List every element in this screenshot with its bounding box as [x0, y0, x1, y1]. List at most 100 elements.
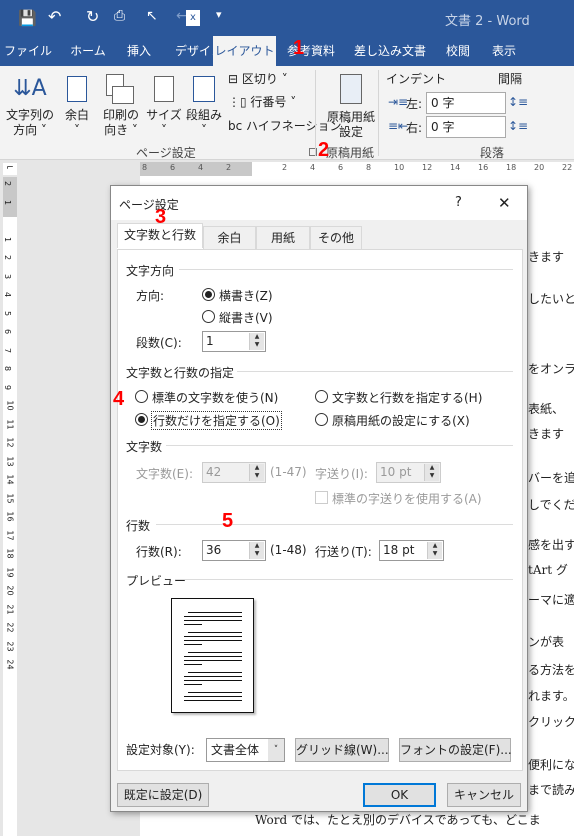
ruler-tick: 4 — [198, 163, 204, 172]
vertical-label[interactable]: 縦書き(V) — [219, 309, 273, 326]
pitch-spinner[interactable]: 10 pt ▲ ▼ — [376, 462, 441, 483]
ok-button[interactable]: OK — [363, 783, 436, 807]
preview-line — [184, 664, 202, 665]
opt-chars-lines-label[interactable]: 文字数と行数を指定する(H) — [332, 389, 482, 406]
ruler-tick: 4 — [310, 163, 316, 172]
preview-line — [184, 656, 242, 657]
line-pitch-spinner[interactable]: 18 pt ▲ ▼ — [379, 540, 444, 561]
preview-line — [184, 676, 242, 677]
tab-mailings[interactable]: 差し込み文書 — [350, 36, 430, 66]
close-button[interactable]: ✕ — [498, 194, 511, 212]
section-chars: 文字数 — [126, 440, 163, 454]
ruler-tick: 2 — [3, 180, 13, 187]
preview-line — [184, 636, 242, 637]
std-pitch-checkbox[interactable] — [315, 491, 328, 504]
opt-lines-only-label[interactable]: 行数だけを指定する(O) — [151, 411, 282, 430]
lines-spinner[interactable]: 36 ▲ ▼ — [202, 540, 266, 561]
indent-label: インデント — [386, 72, 447, 86]
ruler-tick: 11 — [5, 418, 15, 430]
ruler-tick: 7 — [3, 347, 13, 353]
columns-label: 段数(C): — [136, 336, 182, 350]
apply-to-select[interactable]: 文書全体 ˅ — [206, 738, 285, 762]
tab-layout[interactable]: レイアウト — [213, 36, 276, 66]
line-numbers-button[interactable]: ⋮▯ 行番号 ˅ — [228, 95, 296, 110]
hyphenation-icon: bc — [228, 119, 247, 133]
vertical-ruler[interactable]: 2 1 1 2 3 4 5 6 7 8 9 10 11 12 13 14 15 16 17 18 19 20 21 22 23 2… — [3, 177, 17, 836]
opt-genko-label[interactable]: 原稿用紙の設定にする(X) — [332, 412, 470, 429]
ruler-tick: 1 — [3, 236, 13, 242]
size-button[interactable]: サイズ ˅ — [146, 70, 182, 138]
window-title: 文書 2 - Word — [445, 14, 530, 29]
undo-icon[interactable]: ↶ — [48, 7, 61, 26]
tab-view[interactable]: 表示 — [484, 36, 524, 66]
section-preview: プレビュー — [126, 574, 187, 588]
tab-paper[interactable]: 用紙 — [256, 226, 310, 250]
document-line: れます。 — [528, 689, 574, 703]
chars-range: (1-47) — [270, 465, 307, 479]
excel-icon[interactable]: x — [186, 10, 200, 26]
help-button[interactable]: ? — [455, 195, 462, 210]
radio-standard[interactable] — [135, 390, 148, 403]
indent-left-input[interactable]: 0 字 — [426, 92, 506, 114]
ruler-tick: 3 — [3, 273, 13, 279]
tab-insert[interactable]: 挿入 — [118, 36, 160, 66]
columns-button[interactable]: 段組み ˅ — [184, 70, 224, 138]
radio-chars-lines[interactable] — [315, 390, 328, 403]
save-icon[interactable]: 💾 — [18, 9, 37, 27]
columns-icon — [184, 70, 224, 108]
set-default-button[interactable]: 既定に設定(D) — [117, 783, 209, 807]
customize-icon[interactable]: ▾ — [216, 8, 222, 21]
pointer-icon[interactable]: ↖ — [146, 8, 158, 24]
tab-other[interactable]: その他 — [310, 226, 362, 250]
horizontal-ruler[interactable]: 8 6 4 2 2 4 6 8 10 12 14 16 18 20 22 — [140, 162, 574, 176]
tab-review[interactable]: 校閲 — [438, 36, 478, 66]
ruler-tick: 13 — [5, 455, 15, 467]
divider — [237, 371, 513, 372]
grid-lines-button[interactable]: グリッド線(W)... — [295, 738, 389, 762]
margins-button[interactable]: 余白 ˅ — [60, 70, 94, 138]
tab-selector[interactable]: ⌐ — [3, 163, 17, 175]
preview-line — [184, 680, 242, 681]
size-icon — [146, 70, 182, 108]
columns-spinner[interactable]: 1 ▲ ▼ — [202, 331, 266, 352]
text-direction-button[interactable]: ⇊A 文字列の 方向 ˅ — [4, 70, 56, 138]
ruler-tick: 2 — [3, 254, 13, 261]
divider — [166, 445, 513, 446]
ruler-tick: 6 — [3, 328, 13, 335]
tab-home[interactable]: ホーム — [62, 36, 114, 66]
tab-file[interactable]: ファイル — [2, 36, 54, 66]
radio-vertical[interactable] — [202, 310, 215, 323]
cancel-button[interactable]: キャンセル — [447, 783, 521, 807]
dialog-titlebar: ページ設定 ? ✕ — [111, 186, 527, 220]
radio-lines-only[interactable] — [135, 413, 148, 426]
font-settings-button[interactable]: フォントの設定(F)... — [399, 738, 512, 762]
breaks-button[interactable]: ⊟ 区切り ˅ — [228, 72, 288, 87]
radio-horizontal[interactable] — [202, 288, 215, 301]
ruler-tick: 18 — [5, 548, 15, 559]
preview-line — [184, 620, 242, 621]
indent-right-input[interactable]: 0 字 — [426, 116, 506, 138]
print-preview-icon[interactable]: ⎙ — [114, 8, 125, 24]
std-pitch-label: 標準の字送りを使用する(A) — [332, 492, 482, 506]
document-line: 表紙、 — [528, 402, 565, 416]
ruler-tick: 4 — [3, 291, 13, 298]
direction-label: 方向: — [136, 289, 165, 303]
orientation-button[interactable]: 印刷の 向き ˅ — [98, 70, 144, 138]
genko-icon — [322, 72, 380, 110]
ruler-tick: 2 — [282, 163, 288, 172]
divider — [179, 269, 513, 270]
line-pitch-label: 行送り(T): — [315, 545, 372, 559]
document-line: ーマに適 — [528, 593, 574, 607]
ruler-tick: 1 — [3, 199, 13, 205]
genko-settings-button[interactable]: 原稿用紙 設定 — [322, 72, 380, 140]
horizontal-label[interactable]: 横書き(Z) — [219, 287, 273, 304]
margins-icon — [60, 70, 94, 108]
redo-icon[interactable]: ↻ — [86, 7, 99, 26]
lines-label: 行数(R): — [136, 545, 182, 559]
tab-margins[interactable]: 余白 — [203, 226, 256, 250]
ruler-tick: 22 — [562, 163, 573, 172]
chars-spinner[interactable]: 42 ▲ ▼ — [202, 462, 266, 483]
radio-genko[interactable] — [315, 413, 328, 426]
page-setup-dialog: ページ設定 ? ✕ 文字数と行数 余白 用紙 その他 文字方向 方向: 横書き(… — [110, 185, 528, 812]
opt-standard-label[interactable]: 標準の文字数を使う(N) — [152, 389, 278, 406]
